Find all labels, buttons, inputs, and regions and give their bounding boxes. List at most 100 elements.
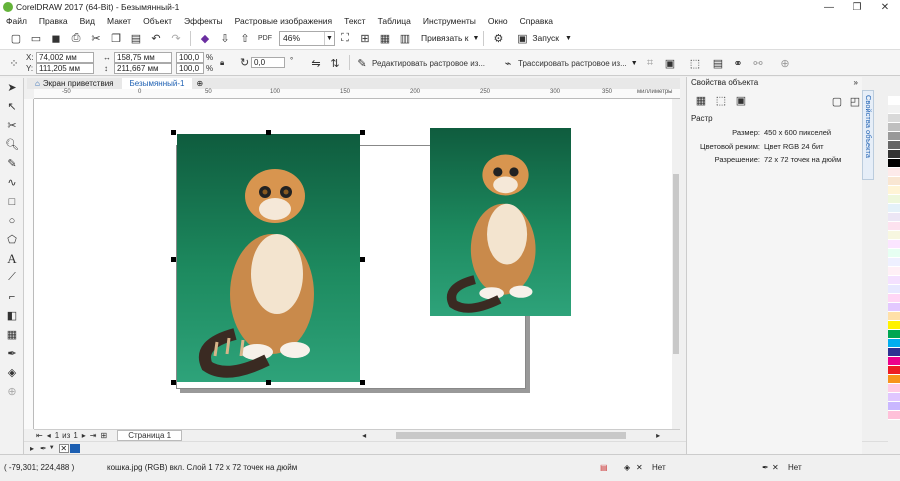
publish-pdf-icon[interactable]: PDF	[258, 31, 272, 45]
color-swatch[interactable]	[888, 339, 900, 348]
cut-icon[interactable]: ✂	[89, 31, 103, 45]
selection-handle[interactable]	[266, 380, 271, 385]
tab-welcome-screen[interactable]: ⌂ Экран приветствия	[27, 78, 122, 89]
x-position-input[interactable]: 74,002 мм	[36, 52, 94, 63]
menu-help[interactable]: Справка	[520, 16, 553, 26]
color-swatch[interactable]	[888, 105, 900, 114]
selection-handle[interactable]	[171, 257, 176, 262]
outline-pen-icon[interactable]: ✒	[762, 463, 769, 472]
pick-tool-icon[interactable]: ➤	[0, 78, 24, 97]
color-swatch[interactable]	[888, 159, 900, 168]
horizontal-ruler[interactable]: -50 0 50 100 150 200 250 300 350 миллиме…	[34, 89, 680, 99]
edit-bitmap-button[interactable]: ✎ Редактировать растровое из...	[352, 56, 485, 70]
snap-to-dropdown[interactable]: Привязать к ▼	[421, 33, 479, 43]
scrollbar-thumb[interactable]	[673, 174, 679, 354]
transparency-tool-icon[interactable]: ▦	[0, 325, 24, 344]
width-input[interactable]: 158,75 мм	[114, 52, 172, 63]
color-swatch[interactable]	[888, 393, 900, 402]
scroll-right-icon[interactable]: ▸	[656, 431, 660, 440]
color-swatch[interactable]	[888, 303, 900, 312]
color-swatch[interactable]	[888, 195, 900, 204]
minimize-button[interactable]: —	[815, 0, 843, 14]
crop-tool-icon[interactable]: ✂	[0, 116, 24, 135]
selection-handle[interactable]	[360, 130, 365, 135]
color-swatch[interactable]	[888, 168, 900, 177]
menu-file[interactable]: Файл	[6, 16, 27, 26]
bitmap-tab-icon[interactable]: ▣	[734, 93, 748, 107]
drawing-canvas[interactable]	[34, 99, 680, 429]
color-swatch[interactable]	[888, 150, 900, 159]
selection-handle[interactable]	[360, 380, 365, 385]
color-swatch[interactable]	[888, 96, 900, 105]
color-swatch[interactable]	[888, 411, 900, 420]
color-swatch[interactable]	[888, 141, 900, 150]
resample-icon[interactable]: ▣	[663, 56, 677, 70]
polygon-tool-icon[interactable]: ⬠	[0, 230, 24, 249]
menu-effects[interactable]: Эффекты	[184, 16, 223, 26]
mirror-vertical-icon[interactable]: ⇅	[328, 56, 342, 70]
color-swatch[interactable]	[888, 330, 900, 339]
menu-tools[interactable]: Инструменты	[423, 16, 476, 26]
menu-object[interactable]: Объект	[143, 16, 172, 26]
last-page-icon[interactable]: ⇥	[90, 431, 97, 440]
chevron-down-icon[interactable]: ▼	[49, 445, 55, 451]
connector-tool-icon[interactable]: ⌐	[0, 287, 24, 306]
show-grid-icon[interactable]: ▦	[378, 31, 392, 45]
lock-ratio-icon[interactable]: 🔒︎	[220, 58, 224, 68]
open-folder-icon[interactable]: ▭	[29, 31, 43, 45]
color-swatch[interactable]	[888, 375, 900, 384]
parallel-dimension-tool-icon[interactable]: ⟋	[0, 268, 24, 287]
new-tab-button[interactable]: ⊕	[192, 78, 207, 89]
menu-window[interactable]: Окно	[488, 16, 508, 26]
close-button[interactable]: ✕	[871, 0, 899, 14]
new-document-icon[interactable]: ▢	[9, 31, 23, 45]
page-tab[interactable]: Страница 1	[117, 430, 183, 441]
launch-dropdown[interactable]: ▣ Запуск ▼	[512, 31, 572, 45]
color-swatch[interactable]	[888, 177, 900, 186]
eyedropper-icon[interactable]: ✒	[40, 444, 47, 453]
fill-tab-icon[interactable]: ▦	[694, 93, 708, 107]
scale-height-input[interactable]: 100,0	[176, 63, 204, 74]
color-swatch[interactable]	[888, 123, 900, 132]
cat-image-selected[interactable]	[177, 134, 360, 382]
import-icon[interactable]: ⇩	[218, 31, 232, 45]
object-origin-icon[interactable]: ⁘	[7, 56, 21, 70]
rotation-angle-input[interactable]: 0,0	[251, 57, 285, 68]
color-swatch[interactable]	[888, 357, 900, 366]
horizontal-scrollbar-thumb[interactable]	[396, 432, 627, 439]
add-page-icon[interactable]: ⊞	[100, 431, 107, 440]
first-page-icon[interactable]: ⇤	[36, 431, 43, 440]
color-swatch[interactable]	[888, 348, 900, 357]
undo-icon[interactable]: ↶	[149, 31, 163, 45]
color-swatch[interactable]	[888, 114, 900, 123]
no-color-swatch[interactable]: ✕	[58, 443, 69, 453]
save-icon[interactable]: ◼	[49, 31, 63, 45]
selection-handle[interactable]	[266, 130, 271, 135]
print-icon[interactable]: ⎙	[69, 31, 83, 45]
full-screen-preview-icon[interactable]: ⛶	[338, 31, 352, 45]
menu-bitmaps[interactable]: Растровые изображения	[235, 16, 332, 26]
color-swatch[interactable]	[888, 402, 900, 411]
search-content-icon[interactable]: ◆	[198, 31, 212, 45]
color-swatch[interactable]	[888, 240, 900, 249]
color-swatch[interactable]	[888, 276, 900, 285]
link-icon[interactable]: ⚯	[751, 56, 765, 70]
paste-icon[interactable]: ▤	[129, 31, 143, 45]
fill-icon[interactable]: ◈	[624, 463, 630, 472]
vertical-scrollbar[interactable]	[672, 99, 680, 429]
vertical-ruler[interactable]	[24, 99, 34, 429]
redo-icon[interactable]: ↷	[169, 31, 183, 45]
scale-width-input[interactable]: 100,0	[176, 52, 204, 63]
menu-text[interactable]: Текст	[344, 16, 365, 26]
restore-button[interactable]: ❐	[843, 0, 871, 14]
scroll-left-icon[interactable]: ◂	[362, 431, 370, 440]
selection-handle[interactable]	[360, 257, 365, 262]
text-tool-icon[interactable]: A	[0, 249, 24, 268]
crop-bitmap-icon[interactable]: ⌗	[643, 56, 657, 70]
bitmap-border-icon[interactable]: ⬚	[688, 56, 702, 70]
color-swatch[interactable]	[888, 186, 900, 195]
shape-tool-icon[interactable]: ↖	[0, 97, 24, 116]
selection-handle[interactable]	[171, 380, 176, 385]
color-swatch[interactable]	[888, 294, 900, 303]
menu-view[interactable]: Вид	[80, 16, 95, 26]
